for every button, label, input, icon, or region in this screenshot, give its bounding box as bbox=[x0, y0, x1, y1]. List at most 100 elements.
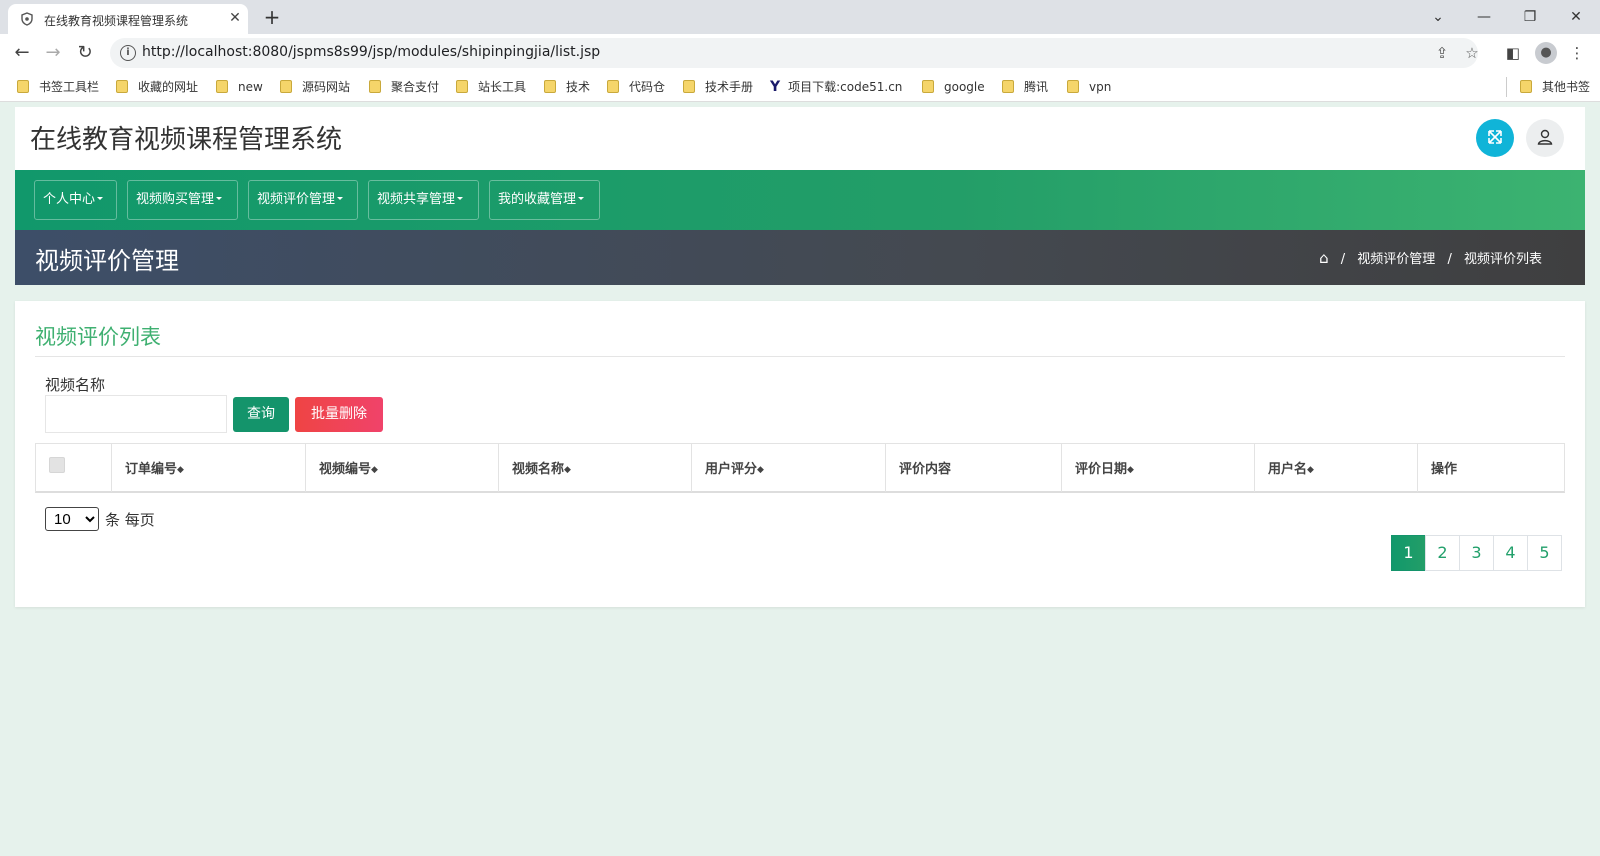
column-header: 操作 bbox=[1431, 462, 1458, 477]
back-icon[interactable]: ← bbox=[9, 41, 35, 65]
caret-down-icon bbox=[457, 197, 464, 200]
query-button[interactable]: 查询 bbox=[233, 397, 289, 432]
review-table: 订单编号◆ 视频编号◆ 视频名称◆ 用户评分◆ 评价内容 评价日期◆ 用户名◆ … bbox=[35, 443, 1565, 493]
bookmark-item[interactable]: 书签工具栏 bbox=[17, 78, 99, 96]
forward-icon[interactable]: → bbox=[40, 41, 66, 65]
y-logo-icon: Y bbox=[770, 79, 781, 95]
bookmark-item[interactable]: 腾讯 bbox=[1002, 78, 1048, 96]
folder-icon bbox=[607, 80, 619, 93]
batch-delete-button[interactable]: 批量删除 bbox=[295, 397, 383, 432]
bookmark-item[interactable]: 收藏的网址 bbox=[116, 78, 198, 96]
minimize-icon[interactable]: — bbox=[1470, 4, 1498, 30]
close-window-icon[interactable]: ✕ bbox=[1562, 4, 1590, 30]
url-text[interactable]: http://localhost:8080/jspms8s99/jsp/modu… bbox=[142, 44, 600, 60]
column-header[interactable]: 用户评分◆ bbox=[692, 444, 886, 492]
column-header[interactable]: 订单编号◆ bbox=[112, 444, 306, 492]
column-header[interactable]: 用户名◆ bbox=[1255, 444, 1418, 492]
nav-item-video-review[interactable]: 视频评价管理 bbox=[248, 180, 358, 220]
bookmark-item[interactable]: 技术 bbox=[544, 78, 590, 96]
bookmark-item[interactable]: google bbox=[922, 78, 985, 96]
sort-icon[interactable]: ◆ bbox=[177, 444, 184, 496]
sort-icon[interactable]: ◆ bbox=[1127, 444, 1134, 496]
breadcrumb-item-current: 视频评价列表 bbox=[1463, 252, 1542, 267]
user-button[interactable] bbox=[1526, 119, 1564, 157]
profile-icon[interactable]: ● bbox=[1535, 42, 1557, 64]
page-size-select[interactable]: 10 bbox=[45, 507, 99, 531]
side-panel-icon[interactable]: ◧ bbox=[1502, 42, 1524, 64]
caret-down-icon bbox=[578, 197, 585, 200]
folder-icon bbox=[280, 80, 292, 93]
column-header[interactable]: 评价日期◆ bbox=[1062, 444, 1255, 492]
page-title-band: 视频评价管理 ⌂ / 视频评价管理 / 视频评价列表 bbox=[15, 230, 1585, 285]
breadcrumb-item[interactable]: 视频评价管理 bbox=[1357, 252, 1435, 267]
sort-icon[interactable]: ◆ bbox=[1307, 444, 1314, 496]
folder-icon bbox=[922, 80, 934, 93]
expand-icon bbox=[1488, 130, 1502, 144]
folder-icon bbox=[216, 80, 228, 93]
page-button-3[interactable]: 3 bbox=[1459, 535, 1494, 571]
column-header[interactable]: 视频名称◆ bbox=[499, 444, 692, 492]
folder-icon bbox=[1002, 80, 1014, 93]
page-button-2[interactable]: 2 bbox=[1425, 535, 1460, 571]
folder-icon bbox=[1520, 80, 1532, 93]
bookmark-item[interactable]: Y 项目下载:code51.cn bbox=[770, 78, 902, 96]
browser-tab[interactable]: 在线教育视频课程管理系统 ✕ bbox=[8, 4, 248, 34]
page-button-4[interactable]: 4 bbox=[1493, 535, 1528, 571]
bookmark-item[interactable]: new bbox=[216, 78, 263, 96]
select-all-checkbox[interactable] bbox=[49, 457, 65, 473]
filter-label: 视频名称 bbox=[45, 376, 106, 394]
column-header[interactable]: 视频编号◆ bbox=[306, 444, 499, 492]
home-icon[interactable]: ⌂ bbox=[1319, 249, 1329, 267]
bookmark-item[interactable]: 技术手册 bbox=[683, 78, 753, 96]
caret-down-icon bbox=[337, 197, 344, 200]
other-bookmarks[interactable]: 其他书签 bbox=[1520, 78, 1590, 96]
sort-icon[interactable]: ◆ bbox=[757, 444, 764, 496]
nav-item-video-purchase[interactable]: 视频购买管理 bbox=[127, 180, 238, 220]
page-button-5[interactable]: 5 bbox=[1527, 535, 1562, 571]
site-shield-icon bbox=[21, 12, 33, 26]
tab-search-icon[interactable]: ⌄ bbox=[1424, 4, 1452, 30]
folder-icon bbox=[544, 80, 556, 93]
pagination: 1 2 3 4 5 bbox=[1391, 535, 1562, 571]
page-title: 视频评价管理 bbox=[35, 247, 179, 275]
bookmark-item[interactable]: 聚合支付 bbox=[369, 78, 439, 96]
address-bar[interactable]: i http://localhost:8080/jspms8s99/jsp/mo… bbox=[110, 38, 1479, 68]
fullscreen-button[interactable] bbox=[1476, 119, 1514, 157]
caret-down-icon bbox=[216, 197, 223, 200]
table-header-select bbox=[36, 444, 112, 492]
close-tab-icon[interactable]: ✕ bbox=[226, 9, 244, 27]
share-icon[interactable]: ⇪ bbox=[1432, 43, 1452, 63]
caret-down-icon bbox=[97, 197, 104, 200]
browser-tab-bar: 在线教育视频课程管理系统 ✕ + ⌄ — ❐ ✕ bbox=[0, 0, 1600, 34]
reload-icon[interactable]: ↻ bbox=[72, 41, 98, 65]
nav-item-favorites[interactable]: 我的收藏管理 bbox=[489, 180, 600, 220]
menu-icon[interactable]: ⋮ bbox=[1566, 42, 1588, 64]
site-header: 在线教育视频课程管理系统 bbox=[15, 107, 1585, 170]
restore-icon[interactable]: ❐ bbox=[1516, 4, 1544, 30]
sort-icon[interactable]: ◆ bbox=[564, 444, 571, 496]
bookmark-item[interactable]: 源码网站 bbox=[280, 78, 350, 96]
site-title: 在线教育视频课程管理系统 bbox=[30, 125, 343, 155]
bookmark-item[interactable]: vpn bbox=[1067, 78, 1111, 96]
sort-icon[interactable]: ◆ bbox=[371, 444, 378, 496]
folder-icon bbox=[369, 80, 381, 93]
tab-title: 在线教育视频课程管理系统 bbox=[44, 14, 189, 28]
site-info-icon[interactable]: i bbox=[120, 45, 136, 61]
breadcrumb: ⌂ / 视频评价管理 / 视频评价列表 bbox=[1319, 248, 1550, 267]
browser-toolbar: ← → ↻ i http://localhost:8080/jspms8s99/… bbox=[0, 34, 1600, 72]
list-title: 视频评价列表 bbox=[35, 325, 161, 349]
star-icon[interactable]: ☆ bbox=[1462, 43, 1482, 63]
bookmark-item[interactable]: 代码仓 bbox=[607, 78, 665, 96]
divider bbox=[35, 356, 1565, 357]
bookmark-separator bbox=[1506, 77, 1507, 97]
new-tab-icon[interactable]: + bbox=[260, 5, 284, 29]
nav-item-personal-center[interactable]: 个人中心 bbox=[34, 180, 117, 220]
list-card: 视频评价列表 视频名称 查询 批量删除 订单编号◆ 视频编号◆ 视频名称◆ 用户… bbox=[15, 301, 1585, 607]
nav-item-video-share[interactable]: 视频共享管理 bbox=[368, 180, 479, 220]
breadcrumb-separator: / bbox=[1447, 252, 1452, 267]
video-name-input[interactable] bbox=[45, 395, 227, 433]
bookmark-item[interactable]: 站长工具 bbox=[456, 78, 526, 96]
folder-icon bbox=[1067, 80, 1079, 93]
main-nav: 个人中心 视频购买管理 视频评价管理 视频共享管理 我的收藏管理 bbox=[15, 170, 1585, 230]
page-button-1[interactable]: 1 bbox=[1391, 535, 1426, 571]
